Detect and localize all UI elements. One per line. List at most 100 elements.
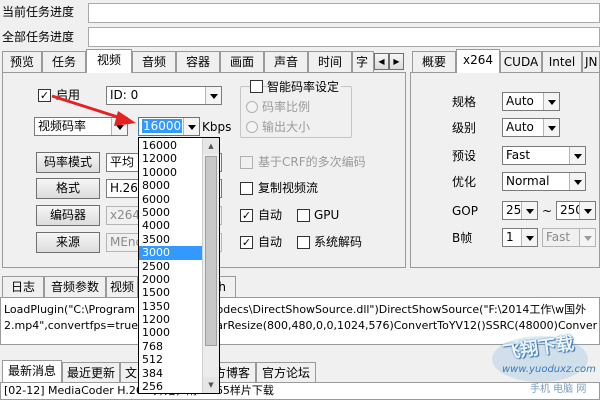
chevron-down-icon (111, 118, 127, 135)
bframe-mode-value: Fast (546, 230, 571, 244)
bitrate-option[interactable]: 1000 (139, 326, 203, 339)
rate-control-value: 视频码率 (38, 119, 87, 133)
bitrate-option[interactable]: 6000 (139, 193, 203, 206)
bitrate-option[interactable]: 12000 (139, 152, 203, 165)
bitrate-option[interactable]: 16000 (139, 139, 203, 152)
bitrate-option[interactable]: 3500 (139, 233, 203, 246)
bitrate-option[interactable]: 1350 (139, 300, 203, 313)
scroll-down-button[interactable]: ▼ (203, 377, 219, 393)
tab-audio-params[interactable]: 音频参数 (44, 276, 106, 297)
bitrate-option[interactable]: 4000 (139, 219, 203, 232)
bitrate-dropdown-list[interactable]: 16000 12000 10000 8000 6000 5000 4000 3500 3000 2… (138, 137, 220, 394)
gop-max-select[interactable]: 250 (556, 201, 596, 220)
rate-mode-value: 平均 (110, 155, 135, 169)
enable-checkbox[interactable]: ✓ (38, 89, 51, 102)
level-select[interactable]: Auto (502, 118, 560, 137)
tab-sound[interactable]: 声音 (264, 51, 308, 72)
bitrate-options: 16000 12000 10000 8000 6000 5000 4000 3500 3000 2… (139, 139, 203, 393)
bitrate-option[interactable]: 256 (139, 380, 203, 393)
encoder-button[interactable]: 编码器 (36, 205, 100, 226)
watermark: 飞翔下载 www.yuoduxz.com 手机 电脑 网 (488, 330, 600, 396)
tab-preview[interactable]: 预览 (2, 51, 42, 72)
chevron-down-icon (569, 173, 585, 190)
bframe-value: 1 (506, 230, 514, 244)
bitrate-option[interactable]: 2500 (139, 260, 203, 273)
scroll-up-button[interactable]: ▲ (203, 138, 219, 154)
tune-select[interactable]: Normal (502, 172, 586, 191)
rate-control-select[interactable]: 视频码率 (34, 117, 128, 136)
bitrate-value: 16000 (142, 119, 183, 133)
tab-log[interactable]: 日志 (2, 276, 44, 297)
tab-intel[interactable]: Intel (542, 51, 582, 72)
bitrate-option[interactable]: 8000 (139, 179, 203, 192)
gpu-checkbox[interactable] (297, 209, 310, 222)
level-label: 级别 (452, 121, 477, 135)
bframe-mode-select[interactable]: Fast (542, 228, 596, 247)
bitrate-option[interactable]: 768 (139, 340, 203, 353)
chevron-down-icon (183, 118, 199, 135)
tab-jn[interactable]: JN (582, 51, 600, 72)
preset-label: 预设 (452, 149, 477, 163)
format-button[interactable]: 格式 (36, 178, 100, 199)
bitrate-option[interactable]: 512 (139, 353, 203, 366)
gop-min-value: 25 (506, 203, 522, 217)
tab-container[interactable]: 容器 (176, 51, 220, 72)
chevron-down-icon (569, 147, 585, 164)
source-button[interactable]: 来源 (36, 232, 100, 253)
tab-audio[interactable]: 音频 (132, 51, 176, 72)
bitrate-option[interactable]: 10000 (139, 166, 203, 179)
profile-value: Auto (506, 94, 534, 108)
ratio-radio[interactable] (246, 101, 258, 113)
preset-select[interactable]: Fast (502, 146, 586, 165)
dropdown-scrollbar[interactable]: ▲ ▼ (202, 138, 219, 393)
tab-latest-news[interactable]: 最新消息 (2, 360, 62, 382)
smart-bitrate-checkbox[interactable] (250, 80, 263, 93)
system-decode-checkbox[interactable] (297, 236, 310, 249)
bitrate-option[interactable]: 3000 (139, 246, 203, 260)
tab-task[interactable]: 任务 (42, 51, 86, 72)
stream-id-value: ID: 0 (110, 88, 139, 102)
chevron-down-icon (521, 229, 537, 246)
output-size-radio[interactable] (246, 121, 258, 133)
tab-recent-updates[interactable]: 最近更新 (62, 362, 120, 382)
tab-official-forum[interactable]: 官方论坛 (256, 362, 316, 382)
bitrate-option[interactable]: 1200 (139, 313, 203, 326)
output-size-radio-label: 输出大小 (262, 120, 311, 134)
bframe-select[interactable]: 1 (502, 228, 538, 247)
tune-value: Normal (506, 174, 550, 188)
tab-video-params[interactable]: 视频 (106, 276, 138, 297)
tab-cuda[interactable]: CUDA (500, 51, 542, 72)
watermark-url: www.yuoduxz.com (502, 364, 596, 375)
tab-scroll-left-button[interactable]: ◀ (374, 53, 389, 70)
gop-label: GOP (452, 204, 478, 218)
chevron-down-icon (543, 119, 559, 136)
tab-scroll-right-button[interactable]: ▶ (389, 53, 404, 70)
profile-select[interactable]: Auto (502, 92, 560, 111)
tab-summary[interactable]: 概要 (412, 51, 456, 72)
current-progress-bar (88, 3, 600, 23)
tab-subtitle[interactable]: 字 (352, 51, 374, 72)
log-line-1: LoadPlugin("C:\Program Fi ediaCoder\code… (4, 303, 587, 316)
chevron-down-icon (543, 93, 559, 110)
auto-encoder-checkbox[interactable]: ✓ (240, 209, 253, 222)
crf-multipass-checkbox[interactable] (240, 156, 253, 169)
tab-video[interactable]: 视频 (86, 49, 132, 73)
tab-x264[interactable]: x264 (456, 49, 500, 73)
encoder-value: x264 (110, 208, 141, 222)
enable-label: 启用 (56, 88, 81, 102)
scroll-thumb[interactable] (205, 156, 217, 346)
gop-min-select[interactable]: 25 (502, 201, 538, 220)
auto-source-checkbox[interactable]: ✓ (240, 236, 253, 249)
tab-time[interactable]: 时间 (308, 51, 352, 72)
current-progress-label: 当前任务进度 (2, 5, 75, 19)
copy-stream-checkbox[interactable] (240, 182, 253, 195)
bitrate-option[interactable]: 1500 (139, 286, 203, 299)
bitrate-option[interactable]: 384 (139, 367, 203, 380)
rate-mode-button[interactable]: 码率模式 (36, 152, 100, 173)
stream-id-select[interactable]: ID: 0 (106, 86, 222, 105)
bitrate-option[interactable]: 2000 (139, 273, 203, 286)
bitrate-option[interactable]: 5000 (139, 206, 203, 219)
tab-picture[interactable]: 画面 (220, 51, 264, 72)
bitrate-select[interactable]: 16000 (138, 117, 200, 136)
profile-label: 规格 (452, 95, 477, 109)
